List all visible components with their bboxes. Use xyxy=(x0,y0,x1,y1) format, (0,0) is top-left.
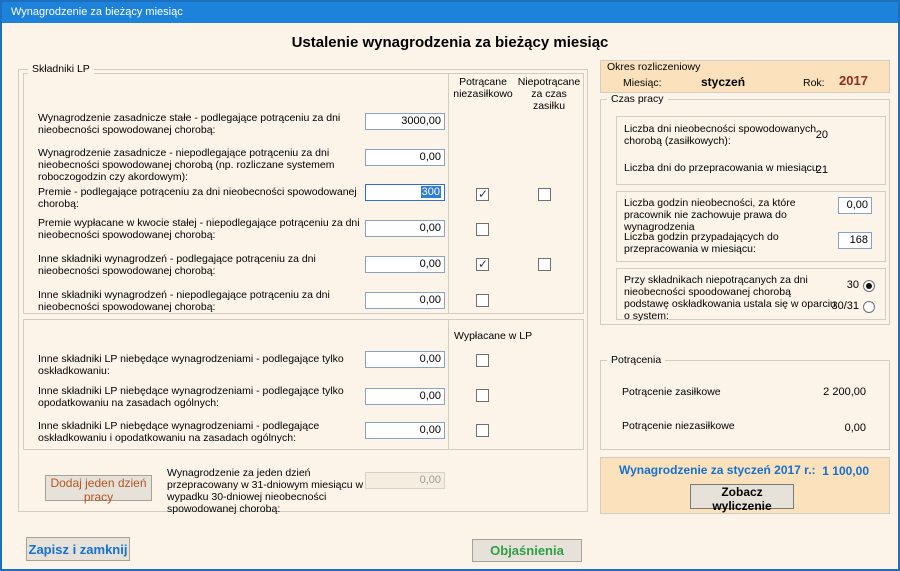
radio-3031[interactable] xyxy=(863,301,875,313)
row-input[interactable]: 3000,00 xyxy=(365,113,445,130)
checkbox-potracane[interactable] xyxy=(476,188,489,201)
row-label: Wynagrodzenie zasadnicze stałe - podlega… xyxy=(38,112,364,136)
column-header-wyplacane: Wypłacane w LP xyxy=(454,330,574,342)
row-label: Inne składniki wynagrodzeń - niepodlegaj… xyxy=(38,289,364,313)
row-input[interactable]: 0,00 xyxy=(365,292,445,309)
miesiac-value: styczeń xyxy=(701,76,745,88)
row-input[interactable]: 0,00 xyxy=(365,149,445,166)
row-label: Inne składniki LP niebędące wynagrodzeni… xyxy=(38,353,364,377)
row-label: Inne składniki LP niebędące wynagrodzeni… xyxy=(38,420,364,444)
godziny-przepracowania-input[interactable]: 168 xyxy=(838,232,872,249)
okres-group: Okres rozliczeniowy Miesiąc: styczeń Rok… xyxy=(600,60,890,93)
row-label: Premie - podlegające potrąceniu za dni n… xyxy=(38,186,364,210)
rok-label: Rok: xyxy=(803,77,825,89)
column-divider xyxy=(448,74,449,313)
checkbox-wyplacane[interactable] xyxy=(476,354,489,367)
extra-day-input-disabled: 0,00 xyxy=(365,472,445,489)
godziny-nieobecnosci-input[interactable]: 0,00 xyxy=(838,197,872,214)
row-input[interactable]: 0,00 xyxy=(365,256,445,273)
window-title: Wynagrodzenie za bieżący miesiąc xyxy=(11,6,183,18)
potracenia-caption: Potrącenia xyxy=(607,354,665,366)
selected-text: 300 xyxy=(421,186,441,198)
checkbox-wyplacane[interactable] xyxy=(476,389,489,402)
column-header-niepotracane: Niepotrącane za czas zasiłku xyxy=(514,76,584,112)
page-title: Ustalenie wynagrodzenia za bieżący miesi… xyxy=(2,34,898,51)
row-input[interactable]: 0,00 xyxy=(365,220,445,237)
row-label: Wynagrodzenie zasadnicze - niepodlegając… xyxy=(38,147,364,183)
checkbox-potracane[interactable] xyxy=(476,294,489,307)
radio-3031-label: 30/31 xyxy=(819,300,859,312)
radio-30[interactable] xyxy=(863,280,875,292)
godziny-nieobecnosci-label: Liczba godzin nieobecności, za które pra… xyxy=(624,197,829,233)
radio-30-label: 30 xyxy=(819,279,859,291)
skladniki-group-caption: Składniki LP xyxy=(28,63,94,75)
system-label: Przy składnikach niepotrącanych za dni n… xyxy=(624,274,836,322)
title-bar: Wynagrodzenie za bieżący miesiąc xyxy=(2,2,898,23)
potracenie-niezasilkowe-value: 0,00 xyxy=(762,422,866,434)
dialog-window: Wynagrodzenie za bieżący miesiąc Ustalen… xyxy=(0,0,900,571)
row-input[interactable]: 0,00 xyxy=(365,351,445,368)
okres-caption: Okres rozliczeniowy xyxy=(607,61,700,73)
show-calculation-button[interactable]: Zobacz wyliczenie xyxy=(690,484,794,509)
row-label: Premie wypłacane w kwocie stałej - niepo… xyxy=(38,217,364,241)
result-panel: Wynagrodzenie za styczeń 2017 r.: 1 100,… xyxy=(600,457,890,514)
potracenie-zasilkowe-value: 2 200,00 xyxy=(762,386,866,398)
dni-przepracowania-value: 21 xyxy=(788,164,828,176)
czas-pracy-caption: Czas pracy xyxy=(607,93,668,105)
checkbox-wyplacane[interactable] xyxy=(476,424,489,437)
rok-value: 2017 xyxy=(839,75,868,87)
row-input[interactable]: 0,00 xyxy=(365,422,445,439)
checkbox-potracane[interactable] xyxy=(476,258,489,271)
row-label: Inne składniki LP niebędące wynagrodzeni… xyxy=(38,385,364,409)
row-label: Inne składniki wynagrodzeń - podlegające… xyxy=(38,253,364,277)
extra-day-label: Wynagrodzenie za jeden dzień przepracowa… xyxy=(167,467,367,515)
result-value: 1 100,00 xyxy=(759,464,869,478)
checkbox-potracane[interactable] xyxy=(476,223,489,236)
column-divider xyxy=(448,320,449,449)
miesiac-label: Miesiąc: xyxy=(623,77,662,89)
explanations-button[interactable]: Objaśnienia xyxy=(472,539,582,562)
row-input[interactable]: 0,00 xyxy=(365,388,445,405)
checkbox-niepotracane[interactable] xyxy=(538,258,551,271)
godziny-przepracowania-label: Liczba godzin przypadających do przeprac… xyxy=(624,231,829,255)
row-input-focused[interactable]: 300 xyxy=(365,184,445,201)
column-header-potracane: Potrącane niezasiłkowo xyxy=(450,76,516,100)
dni-choroba-value: 20 xyxy=(788,129,828,141)
save-close-button[interactable]: Zapisz i zamknij xyxy=(26,537,130,561)
add-workday-button[interactable]: Dodaj jeden dzień pracy xyxy=(45,475,152,501)
potracenia-group xyxy=(600,360,890,450)
checkbox-niepotracane[interactable] xyxy=(538,188,551,201)
